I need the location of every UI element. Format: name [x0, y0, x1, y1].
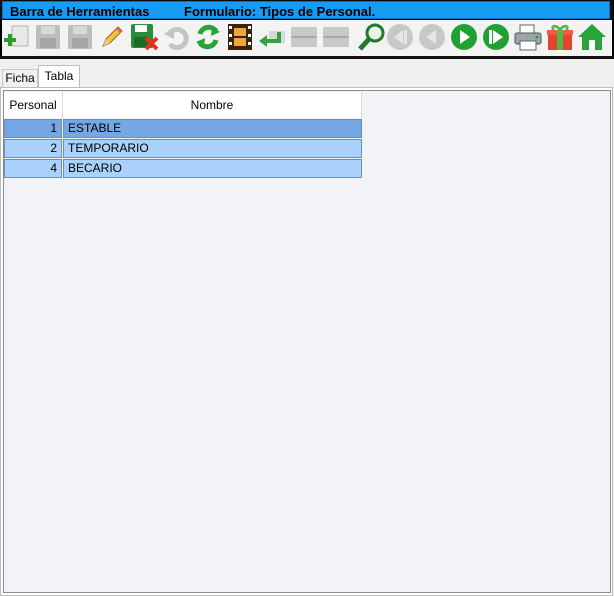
cell-personal[interactable]: 1	[4, 119, 62, 138]
film-icon	[228, 24, 252, 50]
first-record-icon	[387, 24, 413, 50]
save-icon	[36, 25, 60, 49]
form-title: Formulario: Tipos de Personal.	[184, 4, 376, 19]
save-as-button[interactable]	[65, 22, 95, 52]
cancel-save-button[interactable]	[129, 22, 159, 52]
printer-icon	[514, 24, 542, 51]
column-header-nombre[interactable]: Nombre	[63, 92, 362, 118]
title-bar: Barra de Herramientas Formulario: Tipos …	[0, 0, 614, 20]
cell-personal[interactable]: 4	[4, 159, 62, 178]
blank-icon	[291, 27, 317, 47]
return-button[interactable]	[257, 22, 287, 52]
edit-pencil-icon	[102, 26, 123, 47]
next-record-button[interactable]	[449, 22, 479, 52]
cancel-save-icon	[131, 24, 159, 51]
blank-button-1[interactable]	[289, 22, 319, 52]
next-record-icon	[451, 24, 477, 50]
home-icon	[578, 24, 606, 50]
save-button[interactable]	[33, 22, 63, 52]
first-record-button[interactable]	[385, 22, 415, 52]
tab-tabla[interactable]: Tabla	[38, 65, 80, 88]
refresh-icon	[196, 24, 220, 50]
blank-icon	[323, 27, 349, 47]
previous-record-button[interactable]	[417, 22, 447, 52]
film-button[interactable]	[225, 22, 255, 52]
gift-button[interactable]	[545, 22, 575, 52]
undo-button[interactable]	[161, 22, 191, 52]
previous-record-icon	[419, 24, 445, 50]
blank-button-2[interactable]	[321, 22, 351, 52]
cell-personal[interactable]: 2	[4, 139, 62, 158]
cell-nombre[interactable]: BECARIO	[63, 159, 362, 178]
column-header-personal[interactable]: Personal	[4, 92, 63, 118]
edit-button[interactable]	[97, 22, 127, 52]
table-row[interactable]: 1 ESTABLE	[4, 119, 362, 138]
search-icon	[358, 23, 385, 51]
table-row[interactable]: 2 TEMPORARIO	[4, 139, 362, 158]
print-button[interactable]	[513, 22, 543, 52]
last-record-button[interactable]	[481, 22, 511, 52]
table-row[interactable]: 4 BECARIO	[4, 159, 362, 178]
undo-icon	[164, 27, 189, 50]
add-record-icon	[4, 25, 29, 47]
return-arrow-icon	[259, 31, 285, 47]
tab-ficha[interactable]: Ficha	[2, 69, 38, 87]
toolbar-title: Barra de Herramientas	[10, 4, 150, 19]
title-bar-inner: Barra de Herramientas Formulario: Tipos …	[2, 1, 610, 19]
cell-nombre[interactable]: ESTABLE	[63, 119, 362, 138]
search-button[interactable]	[357, 22, 387, 52]
refresh-button[interactable]	[193, 22, 223, 52]
last-record-icon	[483, 24, 509, 50]
gift-icon	[547, 24, 573, 50]
cell-nombre[interactable]: TEMPORARIO	[63, 139, 362, 158]
save-as-icon	[68, 25, 92, 49]
add-record-button[interactable]	[2, 22, 32, 52]
home-button[interactable]	[577, 22, 607, 52]
toolbar-divider	[0, 56, 614, 59]
